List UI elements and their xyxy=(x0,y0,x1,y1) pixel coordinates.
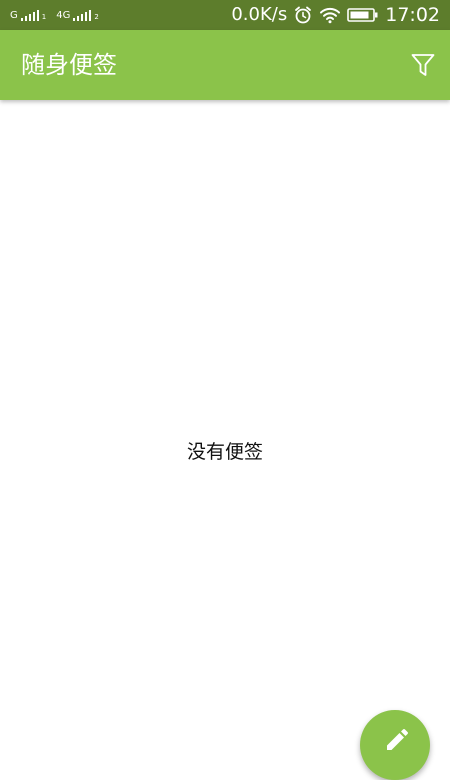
battery-icon xyxy=(347,7,379,23)
alarm-icon xyxy=(293,5,313,25)
network-speed: 0.0K/s xyxy=(231,4,288,25)
status-bar: G 1 4G 2 0.0K/s 17:02 xyxy=(0,0,450,30)
signal-indicators: G 1 4G 2 xyxy=(10,0,99,30)
app-title: 随身便签 xyxy=(21,51,117,79)
notes-list-area[interactable]: 没有便签 xyxy=(0,100,450,750)
wifi-icon xyxy=(319,6,341,24)
app-bar: 随身便签 xyxy=(0,30,450,100)
sim1-signal-icon: G 1 xyxy=(10,9,47,21)
filter-button[interactable] xyxy=(408,50,438,80)
status-right: 0.0K/s 17:02 xyxy=(231,0,440,30)
sim2-signal-icon: 4G 2 xyxy=(56,9,99,21)
empty-state-text: 没有便签 xyxy=(186,441,263,463)
sim1-sub: 1 xyxy=(41,12,47,21)
sim1-label: G xyxy=(10,9,18,21)
sim2-label: 4G xyxy=(56,9,71,21)
pencil-icon xyxy=(387,729,408,750)
clock: 17:02 xyxy=(385,4,440,26)
filter-icon xyxy=(411,54,435,76)
sim2-sub: 2 xyxy=(94,12,99,21)
new-note-button[interactable] xyxy=(360,710,430,780)
